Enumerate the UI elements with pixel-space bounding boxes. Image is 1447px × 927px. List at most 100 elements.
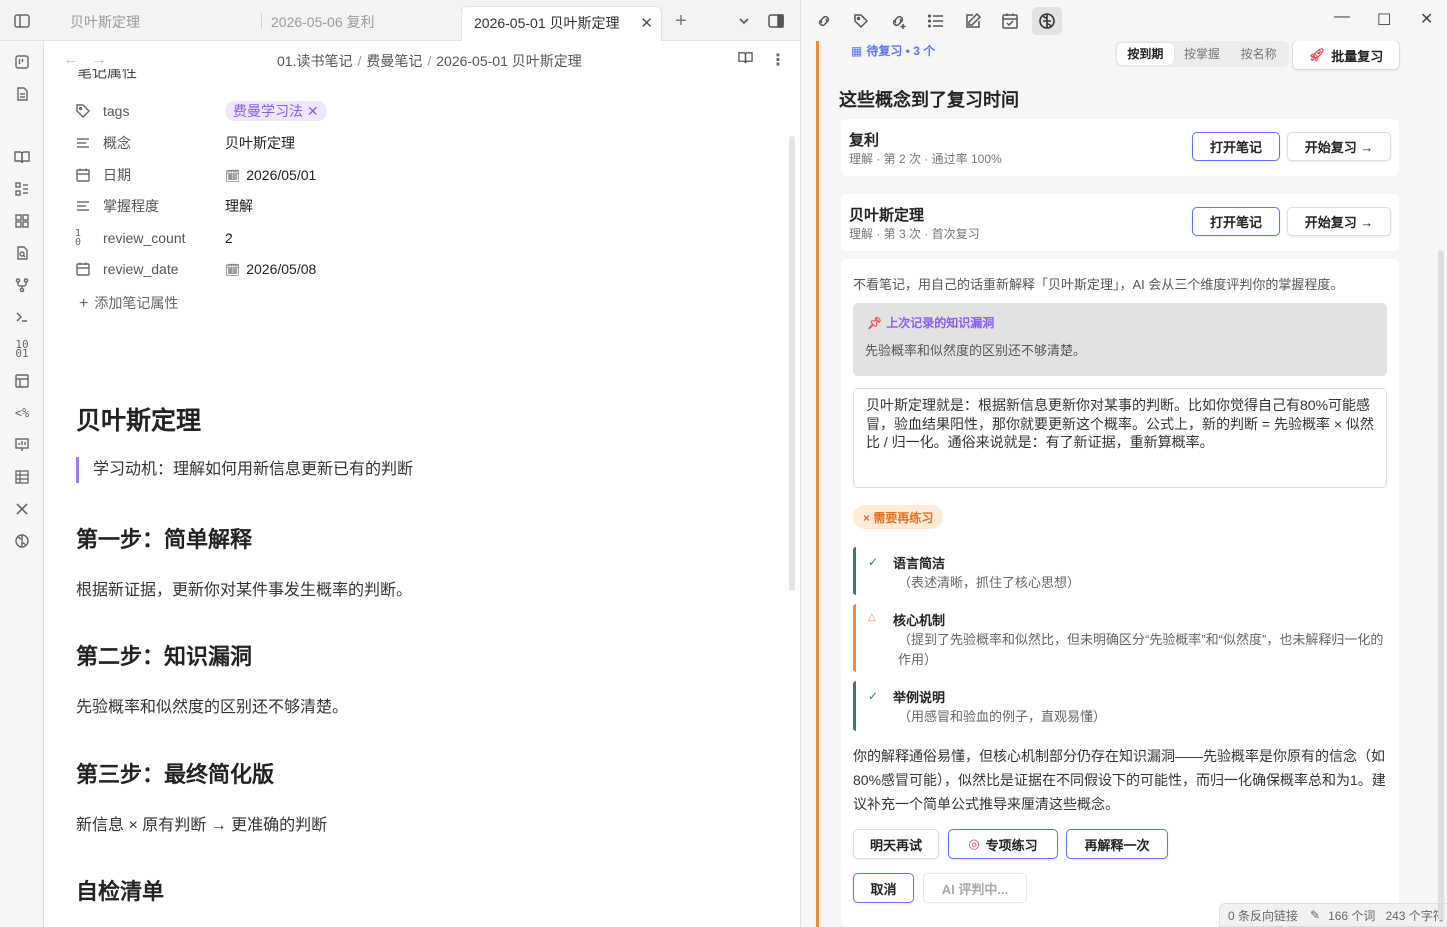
git-fork-icon[interactable] [11, 274, 33, 296]
property-value[interactable]: 贝叶斯定理 [225, 133, 295, 153]
sort-segmented-control: 按到期 按掌握 按名称 [1115, 41, 1289, 67]
step1-heading: 第一步：简单解释 [76, 527, 253, 552]
file-text-icon[interactable] [11, 83, 33, 105]
terminal-icon[interactable] [11, 306, 33, 328]
editor-scrollbar[interactable] [789, 136, 795, 591]
list-icon[interactable] [925, 10, 947, 32]
criterion-item: ✓ 语言简洁 （表述清晰，抓住了核心思想） [853, 547, 1387, 595]
property-key: 掌握程度 [103, 198, 159, 214]
link-search-icon[interactable] [813, 10, 835, 32]
template-tag-icon[interactable]: <% [11, 402, 33, 424]
breadcrumb-item[interactable]: 费曼笔记 [366, 53, 422, 69]
property-row[interactable]: tags 费曼学习法 ✕ [75, 97, 475, 125]
close-window-icon[interactable]: ✕ [1420, 9, 1433, 29]
char-count: 243 个字符 [1385, 908, 1445, 923]
open-note-button[interactable]: 打开笔记 [1192, 207, 1280, 236]
batch-review-button[interactable]: 🚀︎ 批量复习 [1292, 41, 1400, 70]
review-item-card: 复利 理解 · 第 2 次 · 通过率 100% 打开笔记 开始复习 → [841, 119, 1399, 176]
property-value[interactable]: 2 [225, 230, 233, 246]
book-open-icon[interactable] [11, 146, 33, 168]
more-options-icon[interactable]: ⋮ [770, 50, 786, 70]
tools-icon[interactable] [11, 498, 33, 520]
property-value[interactable]: 🗓︎ 2026/05/08 [225, 261, 316, 277]
review-item-card: 贝叶斯定理 理解 · 第 3 次 · 首次复习 打开笔记 开始复习 → [841, 194, 1399, 251]
tab-2-active[interactable]: 2026-05-01 贝叶斯定理 ✕ [461, 6, 662, 41]
calendar-check-icon[interactable] [999, 10, 1021, 32]
explanation-input[interactable]: 贝叶斯定理就是：根据新信息更新你对某事的判断。比如你觉得自己有80%可能感冒，验… [853, 388, 1387, 488]
reading-mode-icon[interactable] [737, 50, 754, 69]
link-add-icon[interactable] [887, 10, 909, 32]
new-tab-icon[interactable]: + [670, 10, 692, 32]
list-grid-icon[interactable] [11, 178, 33, 200]
breadcrumb-item[interactable]: 01.读书笔记 [277, 53, 352, 69]
tag-icon [75, 103, 99, 119]
pencil-icon[interactable]: ✎ [1310, 908, 1320, 922]
property-value[interactable]: 理解 [225, 196, 253, 216]
breadcrumb: 01.读书笔记 / 费曼笔记/2026-05-01 贝叶斯定理 [277, 53, 582, 69]
tag-remove-icon[interactable]: ✕ [307, 103, 319, 119]
step1-text: 根据新证据，更新你对某件事发生概率的判断。 [76, 582, 413, 599]
forward-arrow-icon[interactable]: → [91, 51, 107, 69]
property-row[interactable]: 概念 贝叶斯定理 [75, 129, 475, 157]
spreadsheet-icon[interactable] [11, 466, 33, 488]
review-scrollbar[interactable] [1438, 250, 1444, 920]
start-review-button[interactable]: 开始复习 → [1287, 132, 1391, 161]
tab-label: 2026-05-06 复利 [271, 14, 375, 30]
presentation-icon[interactable] [11, 434, 33, 456]
criterion-title: 举例说明 [893, 690, 946, 705]
file-search-icon[interactable] [11, 242, 33, 264]
review-pane: — ☐ ✕ ▦ 待复习 • 3 个 按到期 按掌握 按名称 🚀︎ 批量复习 这些概念… [800, 0, 1447, 927]
target-icon: ◎ [968, 836, 980, 851]
property-row[interactable]: 掌握程度 理解 [75, 192, 475, 220]
retry-tomorrow-button[interactable]: 明天再试 [853, 829, 939, 859]
knowledge-gap-box: 📌︎ 上次记录的知识漏洞 先验概率和似然度的区别还不够清楚。 [853, 303, 1387, 376]
tag-icon[interactable] [850, 10, 872, 32]
criterion-note: （提到了先验概率和似然比，但未明确区分“先验概率”和“似然度”，也未解释归一化的… [898, 632, 1384, 667]
sort-by-name[interactable]: 按名称 [1230, 43, 1287, 65]
targeted-practice-button[interactable]: ◎ 专项练习 [948, 829, 1058, 859]
cancel-button[interactable]: 取消 [853, 873, 914, 903]
layout-grid-icon[interactable] [11, 210, 33, 232]
right-sidebar-toggle-icon[interactable] [765, 10, 787, 32]
backlinks-count[interactable]: 0 条反向链接 [1228, 907, 1298, 924]
criterion-note: （表述清晰，抓住了核心思想） [898, 575, 1081, 590]
tag-pill[interactable]: 费曼学习法 ✕ [225, 101, 327, 121]
sort-by-mastery[interactable]: 按掌握 [1174, 43, 1231, 65]
knowledge-gap-title-text: 上次记录的知识漏洞 [886, 316, 995, 330]
sort-by-due[interactable]: 按到期 [1117, 43, 1174, 65]
edit-icon[interactable] [962, 10, 984, 32]
property-value[interactable]: 🗓︎ 2026/05/01 [225, 167, 316, 183]
table-layout-icon[interactable] [11, 370, 33, 392]
calendar-icon: ▦ [851, 44, 863, 58]
property-row[interactable]: review_date 🗓︎ 2026/05/08 [75, 255, 475, 283]
minimize-icon[interactable]: — [1334, 8, 1350, 26]
back-arrow-icon[interactable]: ← [63, 51, 79, 69]
criterion-title: 语言简洁 [893, 556, 946, 571]
kanban-icon[interactable] [11, 51, 33, 73]
property-row[interactable]: 10 review_count 2 [75, 224, 475, 252]
tab-1[interactable]: 2026-05-06 复利 [259, 6, 387, 41]
maximize-icon[interactable]: ☐ [1377, 10, 1391, 30]
tab-0[interactable]: 贝叶斯定理 [58, 6, 152, 41]
close-icon[interactable]: ✕ [640, 7, 653, 40]
breadcrumb-item[interactable]: 2026-05-01 贝叶斯定理 [436, 53, 582, 69]
chevron-down-icon[interactable] [733, 10, 755, 32]
pin-icon: 📌︎ [867, 316, 883, 330]
tab-label: 2026-05-01 贝叶斯定理 [474, 15, 620, 31]
start-review-button[interactable]: 开始复习 → [1287, 207, 1391, 236]
review-item-title: 复利 [849, 132, 880, 149]
property-key: review_count [103, 230, 186, 246]
re-explain-button[interactable]: 再解释一次 [1066, 829, 1168, 859]
add-property-button[interactable]: + 添加笔记属性 [79, 293, 178, 313]
number-icon: 10 [75, 228, 82, 248]
criterion-note: （用感冒和验血的例子，直观易懂） [898, 709, 1107, 724]
sidebar-toggle-icon[interactable] [11, 10, 33, 32]
property-row[interactable]: 日期 🗓︎ 2026/05/01 [75, 161, 475, 189]
binary-icon[interactable]: 10 01 [11, 338, 33, 360]
open-note-button[interactable]: 打开笔记 [1192, 132, 1280, 161]
brain-review-icon[interactable] [1032, 7, 1062, 35]
checklist-heading: 自检清单 [76, 879, 165, 904]
due-count-link[interactable]: ▦ 待复习 • 3 个 [851, 42, 935, 59]
criterion-title: 核心机制 [893, 613, 946, 628]
brain-icon[interactable] [11, 530, 33, 552]
